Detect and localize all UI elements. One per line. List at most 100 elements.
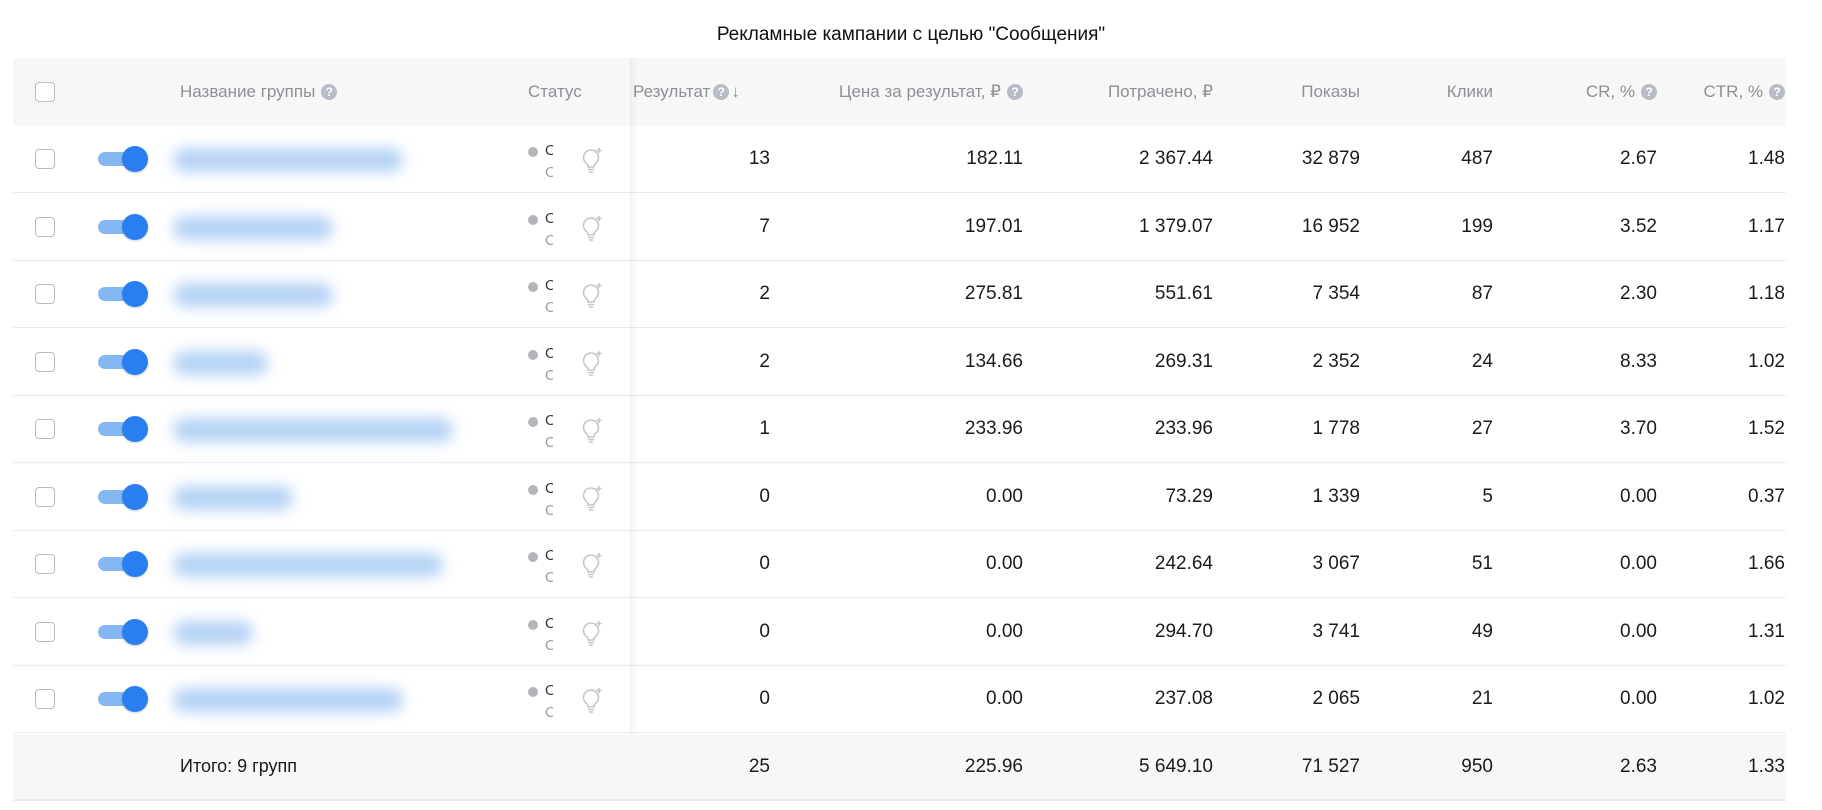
row-toggle-cell	[98, 126, 153, 192]
total-spent: 5 649.10	[1139, 755, 1213, 777]
row-spent: 237.08	[1154, 688, 1213, 709]
row-spent: 2 367.44	[1139, 148, 1213, 169]
row-cr: 3.52	[1620, 215, 1657, 237]
row-enabled-toggle[interactable]	[98, 416, 148, 442]
row-checkbox[interactable]	[35, 351, 55, 372]
row-enabled-toggle[interactable]	[98, 213, 148, 240]
column-header-impressions-label: Показы	[1301, 82, 1360, 101]
lightbulb-sparkle-icon[interactable]	[578, 349, 604, 377]
row-toggle-cell	[98, 531, 153, 597]
row-enabled-toggle[interactable]	[98, 281, 148, 307]
table-header: Название группы ? Статус Результат ? ↓ Ц…	[13, 58, 1786, 126]
help-icon[interactable]: ?	[1641, 84, 1657, 100]
column-header-clicks[interactable]: Клики	[1373, 58, 1493, 126]
row-checkbox[interactable]	[35, 486, 55, 507]
row-cr: 0.00	[1620, 688, 1657, 709]
status-subtext: О	[545, 637, 553, 654]
row-ctr: 1.18	[1748, 283, 1785, 304]
row-checkbox[interactable]	[35, 554, 55, 574]
column-header-cr[interactable]: CR, % ?	[1513, 58, 1657, 126]
row-impressions: 3 741	[1312, 620, 1360, 642]
row-cr: 3.70	[1620, 418, 1657, 439]
group-name-redacted[interactable]	[173, 418, 453, 442]
lightbulb-sparkle-icon[interactable]	[578, 146, 604, 174]
column-header-result[interactable]: Результат ? ↓	[633, 58, 773, 126]
group-name-redacted[interactable]	[173, 553, 443, 577]
row-impressions: 3 067	[1312, 553, 1360, 574]
toggle-knob	[122, 416, 148, 442]
row-enabled-toggle[interactable]	[98, 483, 148, 510]
sort-down-icon[interactable]: ↓	[731, 82, 740, 102]
status-text: О	[545, 480, 553, 497]
lightbulb-sparkle-icon[interactable]	[578, 281, 604, 309]
status-subtext: О	[545, 367, 553, 384]
table-row: О О 0 0.00 237.08 2 065 21 0.00 1.02	[13, 666, 1786, 733]
status-dot	[528, 214, 538, 225]
toggle-knob	[122, 348, 148, 375]
row-select-cell	[35, 261, 65, 327]
lightbulb-sparkle-icon[interactable]	[578, 619, 604, 647]
group-name-redacted[interactable]	[173, 620, 253, 645]
status-dot	[528, 417, 538, 427]
row-spent: 551.61	[1154, 283, 1213, 304]
column-header-impressions[interactable]: Показы	[1223, 58, 1360, 126]
group-name-redacted[interactable]	[173, 148, 403, 172]
row-enabled-toggle[interactable]	[98, 686, 148, 712]
column-header-spent[interactable]: Потрачено, ₽	[1043, 58, 1213, 126]
row-result: 13	[748, 148, 770, 169]
column-header-price[interactable]: Цена за результат, ₽ ?	[773, 58, 1023, 126]
row-select-cell	[35, 396, 65, 462]
row-enabled-toggle[interactable]	[98, 551, 148, 577]
group-name-redacted[interactable]	[173, 485, 293, 510]
lightbulb-sparkle-icon[interactable]	[578, 551, 604, 579]
row-price: 0.00	[986, 553, 1023, 574]
column-header-name[interactable]: Название группы ?	[180, 58, 480, 126]
status-text: О	[545, 210, 553, 227]
help-icon[interactable]: ?	[321, 84, 338, 100]
select-all-checkbox[interactable]	[35, 82, 55, 102]
lightbulb-sparkle-icon[interactable]	[578, 214, 604, 242]
status-subtext: О	[545, 232, 553, 249]
row-result: 0	[759, 620, 770, 642]
lightbulb-sparkle-icon[interactable]	[578, 686, 604, 714]
total-label: Итого: 9 групп	[180, 756, 298, 776]
row-checkbox[interactable]	[35, 149, 55, 169]
lightbulb-sparkle-icon[interactable]	[578, 484, 604, 512]
row-impressions: 32 879	[1301, 148, 1360, 169]
column-header-ctr[interactable]: CTR, % ?	[1663, 58, 1785, 126]
group-name-redacted[interactable]	[173, 283, 333, 307]
status-dot	[528, 282, 538, 292]
lightbulb-sparkle-icon[interactable]	[578, 416, 604, 444]
total-impressions: 71 527	[1301, 755, 1360, 777]
row-enabled-toggle[interactable]	[98, 618, 148, 645]
row-spent: 269.31	[1154, 350, 1213, 372]
row-checkbox[interactable]	[35, 419, 55, 439]
help-icon[interactable]: ?	[713, 84, 730, 100]
column-header-status[interactable]: Статус	[528, 58, 628, 126]
row-result: 0	[759, 485, 770, 507]
row-enabled-toggle[interactable]	[98, 146, 148, 172]
row-select-cell	[35, 126, 65, 192]
group-name-redacted[interactable]	[173, 350, 268, 375]
row-checkbox[interactable]	[35, 689, 55, 709]
row-checkbox[interactable]	[35, 216, 55, 237]
row-spent: 242.64	[1154, 553, 1213, 574]
row-ctr: 1.52	[1748, 418, 1785, 439]
row-result: 1	[759, 418, 770, 439]
status-dot	[528, 619, 538, 630]
row-checkbox[interactable]	[35, 621, 55, 642]
row-checkbox[interactable]	[35, 284, 55, 304]
row-result: 0	[759, 553, 770, 574]
help-icon[interactable]: ?	[1769, 84, 1785, 100]
table-row: О О 0 0.00 294.70 3 741 49 0.00 1.31	[13, 598, 1786, 666]
group-name-redacted[interactable]	[173, 215, 333, 240]
group-name-redacted[interactable]	[173, 688, 403, 712]
help-icon[interactable]: ?	[1007, 84, 1023, 100]
column-header-spent-label: Потрачено, ₽	[1107, 82, 1213, 101]
status-text: О	[545, 615, 553, 632]
row-clicks: 487	[1461, 148, 1493, 169]
row-ctr: 0.37	[1748, 485, 1785, 507]
row-price: 197.01	[964, 215, 1023, 237]
row-enabled-toggle[interactable]	[98, 348, 148, 375]
row-spent: 294.70	[1154, 620, 1213, 642]
